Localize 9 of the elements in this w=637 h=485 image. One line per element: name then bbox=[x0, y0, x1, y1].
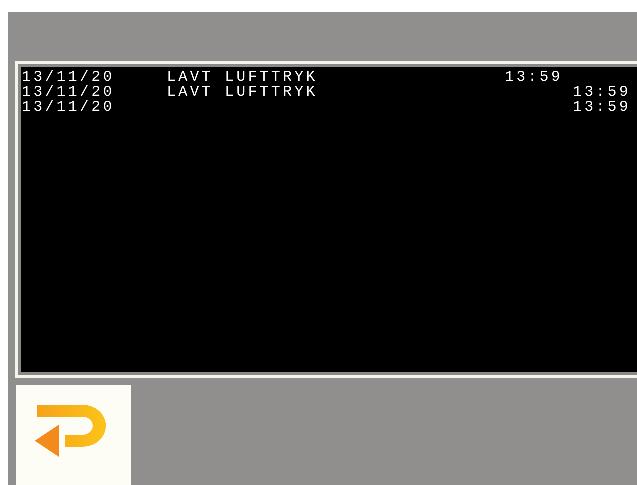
log-message: LAVT LUFTTRYK bbox=[167, 84, 318, 101]
log-date: 13/11/20 bbox=[22, 100, 116, 115]
log-time: 13:59 bbox=[572, 100, 631, 115]
back-button[interactable] bbox=[16, 385, 131, 485]
log-message: LAVT LUFTTRYK bbox=[167, 69, 318, 86]
log-date: 13/11/20 bbox=[22, 70, 116, 85]
log-time: 13:59 bbox=[572, 85, 631, 100]
log-time: 13:59 bbox=[504, 70, 563, 85]
log-date: 13/11/20 bbox=[22, 85, 116, 100]
